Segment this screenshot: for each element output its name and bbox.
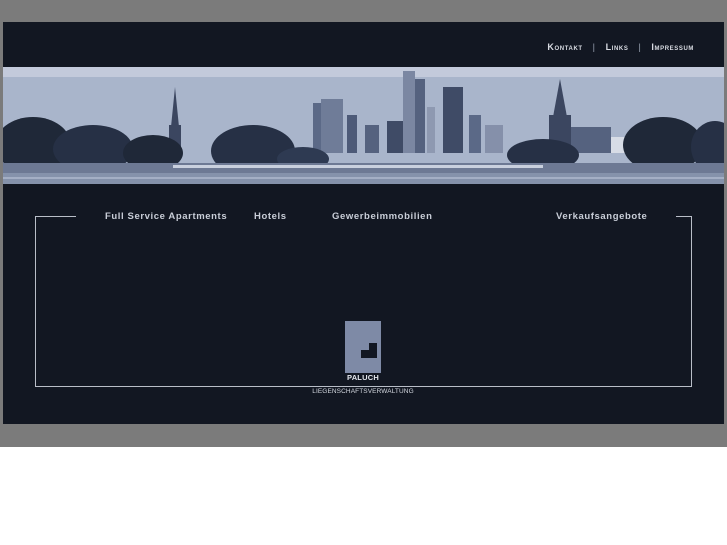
site-container: Kontakt | Links | Impressum Full Service…: [3, 22, 724, 424]
nav-link-links[interactable]: Links: [606, 42, 629, 52]
top-nav: Kontakt | Links | Impressum: [547, 42, 694, 52]
logo-square: [361, 343, 377, 358]
nav-separator: |: [592, 42, 596, 52]
logo-name: PALUCH: [347, 373, 379, 382]
nav-link-kontakt[interactable]: Kontakt: [547, 42, 582, 52]
nav-link-impressum[interactable]: Impressum: [651, 42, 694, 52]
main-nav-gewerbeimmobilien[interactable]: Gewerbeimmobilien: [332, 211, 432, 222]
skyline-image: [3, 67, 724, 184]
paluch-logo-mark: [345, 321, 381, 373]
main-nav-hotels[interactable]: Hotels: [254, 211, 287, 222]
main-nav-verkaufsangebote[interactable]: Verkaufsangebote: [556, 211, 647, 222]
city-skyline-banner: [3, 67, 724, 184]
main-nav-full-service-apartments[interactable]: Full Service Apartments: [105, 211, 227, 222]
nav-separator: |: [638, 42, 642, 52]
logo-subtitle: LIEGENSCHAFTSVERWALTUNG: [312, 388, 414, 395]
